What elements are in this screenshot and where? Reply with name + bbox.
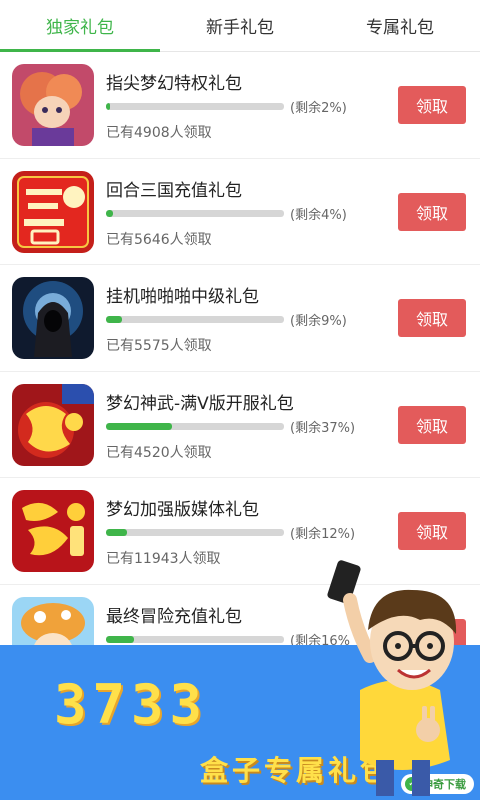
gift-title: 指尖梦幻特权礼包 — [106, 74, 242, 94]
menghuan-shenwu-game-icon[interactable] — [12, 383, 94, 466]
tab-special-gifts[interactable]: 专属礼包 — [320, 0, 480, 51]
claim-button[interactable]: 领取 — [398, 512, 466, 550]
claimed-count: 已有11943人领取 — [106, 551, 221, 567]
remaining-progress-fill — [106, 316, 123, 323]
gift-title: 挂机啪啪啪中级礼包 — [106, 287, 259, 307]
claimed-count: 已有5646人领取 — [106, 231, 212, 248]
claimed-count: 已有4520人领取 — [106, 444, 212, 461]
remaining-label: (剩余2%) — [290, 101, 347, 116]
menghuan-game-icon[interactable] — [12, 490, 94, 572]
tab-newbie-gifts[interactable]: 新手礼包 — [160, 0, 320, 51]
hooded-warrior-game-icon[interactable] — [12, 277, 94, 359]
remaining-label: (剩余12%) — [290, 527, 356, 542]
gift-title: 梦幻神武-满V版开服礼包 — [106, 393, 294, 414]
remaining-progress-fill — [106, 209, 114, 217]
gift-item: 梦幻神武-满V版开服礼包 (剩余37%) 已有4520人领取 领取 — [0, 371, 480, 478]
claimed-count: 已有5575人领取 — [106, 338, 212, 354]
claim-button[interactable]: 领取 — [398, 405, 466, 444]
remaining-progress-bar — [106, 635, 284, 643]
brand-number: 3733 — [54, 673, 209, 736]
gift-item: 指尖梦幻特权礼包 (剩余2%) 已有4908人领取 领取 — [0, 52, 480, 159]
remaining-progress-fill — [106, 635, 135, 643]
tab-exclusive-gifts[interactable]: 独家礼包 — [0, 0, 160, 52]
remaining-progress-bar — [106, 529, 284, 536]
remaining-progress-bar — [106, 103, 284, 110]
claim-button[interactable]: 领取 — [398, 192, 466, 231]
gift-item: 回合三国充值礼包 (剩余4%) 已有5646人领取 领取 — [0, 158, 480, 265]
remaining-label: (剩余4%) — [290, 207, 347, 223]
remaining-progress-bar — [106, 316, 284, 323]
tab-bar: 独家礼包 新手礼包 专属礼包 — [0, 0, 480, 52]
remaining-progress-bar — [106, 422, 284, 430]
mascot-illustration — [300, 560, 470, 800]
claim-button[interactable]: 领取 — [398, 299, 466, 337]
remaining-progress-bar — [106, 209, 284, 217]
gift-title: 最终冒险充值礼包 — [106, 606, 242, 627]
gift-item: 挂机啪啪啪中级礼包 (剩余9%) 已有5575人领取 领取 — [0, 265, 480, 372]
remaining-label: (剩余9%) — [290, 314, 347, 329]
fantasy-girl-game-icon[interactable] — [12, 64, 94, 146]
gift-title: 回合三国充值礼包 — [106, 180, 242, 201]
three-kingdoms-game-icon[interactable] — [12, 170, 94, 253]
remaining-label: (剩余37%) — [290, 420, 356, 436]
claimed-count: 已有4908人领取 — [106, 125, 212, 141]
remaining-progress-fill — [106, 103, 110, 110]
claim-button[interactable]: 领取 — [398, 86, 466, 124]
gift-title: 梦幻加强版媒体礼包 — [106, 500, 259, 520]
remaining-progress-fill — [106, 422, 172, 430]
remaining-progress-fill — [106, 529, 128, 536]
